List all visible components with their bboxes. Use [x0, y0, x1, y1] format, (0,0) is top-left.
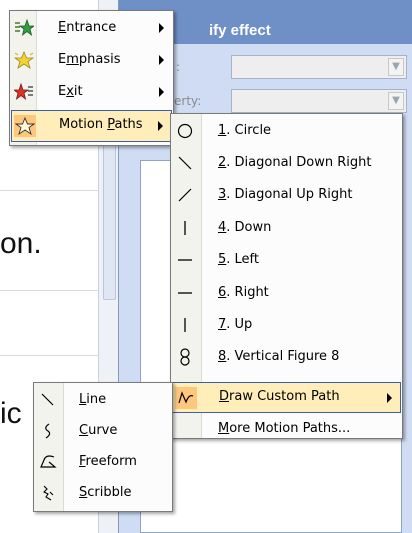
menu-item-label: 3. Diagonal Up Right: [218, 187, 353, 202]
menu-item-label: Scribble: [79, 485, 132, 500]
freeform-tool-icon: [37, 451, 59, 473]
right-path-icon: [174, 282, 196, 304]
menu-item-line[interactable]: Line: [35, 385, 171, 416]
line-tool-icon: [37, 389, 59, 411]
diagonal-up-right-icon: [174, 184, 196, 206]
menu-item-label: Entrance: [58, 20, 117, 35]
menu-item-label: 4. Down: [218, 220, 272, 235]
menu-item-left[interactable]: 5. Left: [172, 245, 401, 276]
menu-item-label: Motion Paths: [59, 117, 143, 132]
down-path-icon: [174, 217, 196, 239]
left-path-icon: [174, 249, 196, 271]
curve-tool-icon: [37, 420, 59, 442]
submenu-arrow-icon: [159, 55, 164, 65]
menu-item-right[interactable]: 6. Right: [172, 278, 401, 309]
slide-text-fragment: ic: [0, 397, 22, 430]
slide-text-fragment: on.: [0, 227, 42, 260]
submenu-arrow-icon: [159, 87, 164, 97]
start-label: :: [176, 60, 181, 74]
menu-item-entrance[interactable]: Entrance: [11, 13, 172, 45]
slide-divider: [0, 355, 98, 356]
menu-item-label: Exit: [58, 84, 83, 99]
menu-item-freeform[interactable]: Freeform: [35, 447, 171, 478]
menu-item-label: Freeform: [79, 454, 137, 469]
submenu-arrow-icon: [158, 121, 163, 131]
diagonal-down-right-icon: [174, 152, 196, 174]
menu-item-exit[interactable]: Exit: [11, 77, 172, 109]
emphasis-star-icon: [13, 49, 35, 71]
menu-item-draw-custom-path[interactable]: Draw Custom Path: [172, 382, 401, 413]
exit-star-icon: [13, 81, 35, 103]
menu-item-label: 5. Left: [218, 252, 260, 267]
chevron-down-icon: ▼: [388, 92, 404, 110]
entrance-star-icon: [13, 17, 35, 39]
menu-item-diagonal-down-right[interactable]: 2. Diagonal Down Right: [172, 148, 401, 179]
menu-item-label: Line: [79, 392, 107, 407]
property-label: erty:: [174, 94, 202, 108]
menu-item-label: More Motion Paths...: [218, 421, 351, 436]
motion-paths-star-icon: [14, 115, 36, 137]
motion-paths-submenu: 1. Circle 2. Diagonal Down Right 3. Diag…: [170, 113, 403, 439]
menu-item-up[interactable]: 7. Up: [172, 310, 401, 341]
add-effect-menu: Entrance Emphasis Exit Motion Paths: [9, 10, 174, 146]
menu-item-label: 1. Circle: [218, 123, 272, 138]
submenu-arrow-icon: [159, 23, 164, 33]
menu-item-scribble[interactable]: Scribble: [35, 478, 171, 509]
menu-item-label: Emphasis: [58, 52, 121, 67]
draw-custom-path-submenu: Line Curve Freeform Scribble: [33, 382, 173, 512]
menu-item-emphasis[interactable]: Emphasis: [11, 45, 172, 77]
up-path-icon: [174, 314, 196, 336]
menu-item-curve[interactable]: Curve: [35, 416, 171, 447]
menu-item-circle[interactable]: 1. Circle: [172, 116, 401, 147]
slide-divider: [0, 190, 98, 191]
property-dropdown[interactable]: ▼: [231, 89, 407, 113]
menu-item-label: 8. Vertical Figure 8: [218, 349, 340, 364]
menu-item-label: Curve: [79, 423, 118, 438]
menu-item-diagonal-up-right[interactable]: 3. Diagonal Up Right: [172, 180, 401, 211]
menu-item-motion-paths[interactable]: Motion Paths: [11, 110, 172, 142]
menu-item-label: 2. Diagonal Down Right: [218, 155, 372, 170]
figure-8-icon: [174, 346, 196, 368]
scribble-tool-icon: [37, 482, 59, 504]
menu-item-label: 7. Up: [218, 317, 253, 332]
chevron-down-icon: ▼: [388, 58, 404, 76]
menu-item-vertical-figure-8[interactable]: 8. Vertical Figure 8: [172, 342, 401, 373]
circle-path-icon: [174, 120, 196, 142]
menu-item-label: Draw Custom Path: [219, 389, 340, 404]
menu-item-down[interactable]: 4. Down: [172, 213, 401, 244]
menu-item-label: 6. Right: [218, 285, 269, 300]
draw-custom-path-icon: [175, 387, 197, 409]
task-pane-title: ify effect: [209, 22, 271, 39]
start-dropdown[interactable]: ▼: [231, 55, 407, 79]
slide-divider: [0, 290, 98, 291]
menu-item-more-motion-paths[interactable]: More Motion Paths...: [172, 414, 401, 445]
submenu-arrow-icon: [387, 393, 392, 403]
